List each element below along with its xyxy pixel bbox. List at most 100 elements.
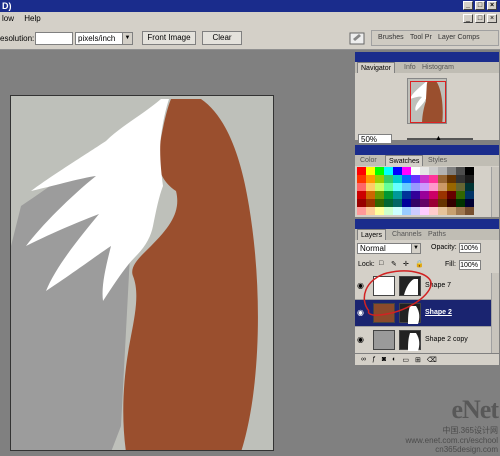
lock-image-icon[interactable]: ✎ <box>391 260 397 268</box>
swatch[interactable] <box>438 167 447 175</box>
tab-histogram[interactable]: Histogram <box>419 62 457 73</box>
swatch[interactable] <box>393 199 402 207</box>
swatch-grid[interactable] <box>357 167 474 215</box>
swatch[interactable] <box>465 191 474 199</box>
zoom-level-field[interactable]: 50% <box>358 134 392 144</box>
swatch[interactable] <box>447 207 456 215</box>
swatch[interactable] <box>447 175 456 183</box>
layer-row-shape-2-copy[interactable]: ◉ Shape 2 copy <box>355 327 491 354</box>
layers-scrollbar[interactable] <box>491 273 499 355</box>
swatch[interactable] <box>429 175 438 183</box>
doc-maximize-button[interactable]: □ <box>475 14 485 23</box>
tab-channels[interactable]: Channels <box>389 229 425 240</box>
swatch[interactable] <box>429 199 438 207</box>
swatch[interactable] <box>366 167 375 175</box>
tab-swatches[interactable]: Swatches <box>385 155 424 166</box>
swatch[interactable] <box>384 183 393 191</box>
swatch[interactable] <box>411 207 420 215</box>
swatch[interactable] <box>438 191 447 199</box>
swatch[interactable] <box>411 175 420 183</box>
swatch[interactable] <box>456 191 465 199</box>
swatch[interactable] <box>438 207 447 215</box>
swatch[interactable] <box>366 207 375 215</box>
swatch[interactable] <box>456 175 465 183</box>
tab-info[interactable]: Info <box>401 62 419 73</box>
resolution-unit-select[interactable]: pixels/inch ▼ <box>75 32 133 45</box>
adjustment-layer-icon[interactable]: ◐ <box>392 356 396 363</box>
link-icon[interactable]: ∞ <box>361 356 366 363</box>
swatch[interactable] <box>402 199 411 207</box>
eye-icon[interactable]: ◉ <box>357 336 366 344</box>
swatch[interactable] <box>429 183 438 191</box>
swatch[interactable] <box>429 191 438 199</box>
swatch[interactable] <box>366 175 375 183</box>
swatch[interactable] <box>357 183 366 191</box>
navigator-view-box[interactable] <box>410 81 446 123</box>
close-button[interactable]: × <box>487 1 497 10</box>
tab-styles[interactable]: Styles <box>425 155 450 166</box>
swatch[interactable] <box>375 183 384 191</box>
fill-field[interactable]: 100% <box>459 260 481 270</box>
swatch[interactable] <box>438 199 447 207</box>
swatch[interactable] <box>384 167 393 175</box>
folder-icon[interactable]: ▭ <box>402 356 409 364</box>
swatch[interactable] <box>375 199 384 207</box>
swatch[interactable] <box>402 183 411 191</box>
swatch[interactable] <box>411 191 420 199</box>
swatch[interactable] <box>420 199 429 207</box>
swatch[interactable] <box>366 199 375 207</box>
zoom-slider-handle-icon[interactable]: ▲ <box>435 135 442 142</box>
swatch[interactable] <box>357 175 366 183</box>
swatch[interactable] <box>366 191 375 199</box>
blend-mode-select[interactable]: Normal ▼ <box>357 243 421 254</box>
swatch[interactable] <box>447 167 456 175</box>
trash-icon[interactable]: ⌫ <box>427 356 437 364</box>
doc-minimize-button[interactable]: _ <box>463 14 473 23</box>
swatch[interactable] <box>438 175 447 183</box>
swatch[interactable] <box>456 199 465 207</box>
swatch[interactable] <box>411 183 420 191</box>
swatch[interactable] <box>393 167 402 175</box>
minimize-button[interactable]: _ <box>463 1 473 10</box>
navigator-thumbnail[interactable] <box>407 78 447 124</box>
swatch[interactable] <box>393 183 402 191</box>
lock-transparency-icon[interactable]: □ <box>379 260 383 267</box>
swatch[interactable] <box>384 191 393 199</box>
mask-icon[interactable]: ◙ <box>382 356 386 363</box>
swatch[interactable] <box>393 207 402 215</box>
swatch[interactable] <box>375 167 384 175</box>
swatch[interactable] <box>384 175 393 183</box>
swatch[interactable] <box>465 183 474 191</box>
swatch[interactable] <box>420 183 429 191</box>
swatches-scrollbar[interactable] <box>491 167 499 217</box>
opacity-field[interactable]: 100% <box>459 243 481 253</box>
swatch[interactable] <box>402 167 411 175</box>
swatch[interactable] <box>420 167 429 175</box>
swatch[interactable] <box>357 167 366 175</box>
layer-style-icon[interactable]: ƒ <box>372 356 376 363</box>
swatch[interactable] <box>465 207 474 215</box>
swatch[interactable] <box>465 167 474 175</box>
doc-close-button[interactable]: × <box>487 14 497 23</box>
maximize-button[interactable]: □ <box>475 1 485 10</box>
swatch[interactable] <box>411 199 420 207</box>
swatch[interactable] <box>420 191 429 199</box>
lock-position-icon[interactable]: ✛ <box>403 260 409 268</box>
swatch[interactable] <box>456 207 465 215</box>
swatch[interactable] <box>420 175 429 183</box>
dock-tab-brushes[interactable]: Brushes <box>378 34 404 41</box>
menu-help[interactable]: Help <box>24 14 40 23</box>
new-layer-icon[interactable]: ⊞ <box>415 356 421 364</box>
swatch[interactable] <box>411 167 420 175</box>
lock-all-icon[interactable]: 🔒 <box>415 260 424 268</box>
dock-tab-layer-comps[interactable]: Layer Comps <box>438 34 480 41</box>
swatch[interactable] <box>447 183 456 191</box>
swatch[interactable] <box>384 199 393 207</box>
tab-color[interactable]: Color <box>357 155 380 166</box>
tab-layers[interactable]: Layers <box>357 229 387 240</box>
swatch[interactable] <box>447 199 456 207</box>
swatch[interactable] <box>447 191 456 199</box>
palette-well-icon[interactable] <box>347 29 369 47</box>
tab-navigator[interactable]: Navigator <box>357 62 395 73</box>
swatch[interactable] <box>456 167 465 175</box>
